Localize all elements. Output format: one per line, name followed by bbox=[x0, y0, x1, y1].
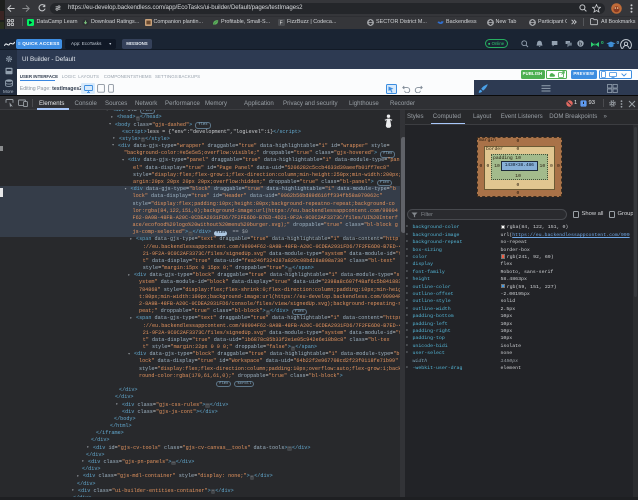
svg-text:F: F bbox=[280, 20, 283, 26]
svg-text:b: b bbox=[579, 42, 582, 48]
